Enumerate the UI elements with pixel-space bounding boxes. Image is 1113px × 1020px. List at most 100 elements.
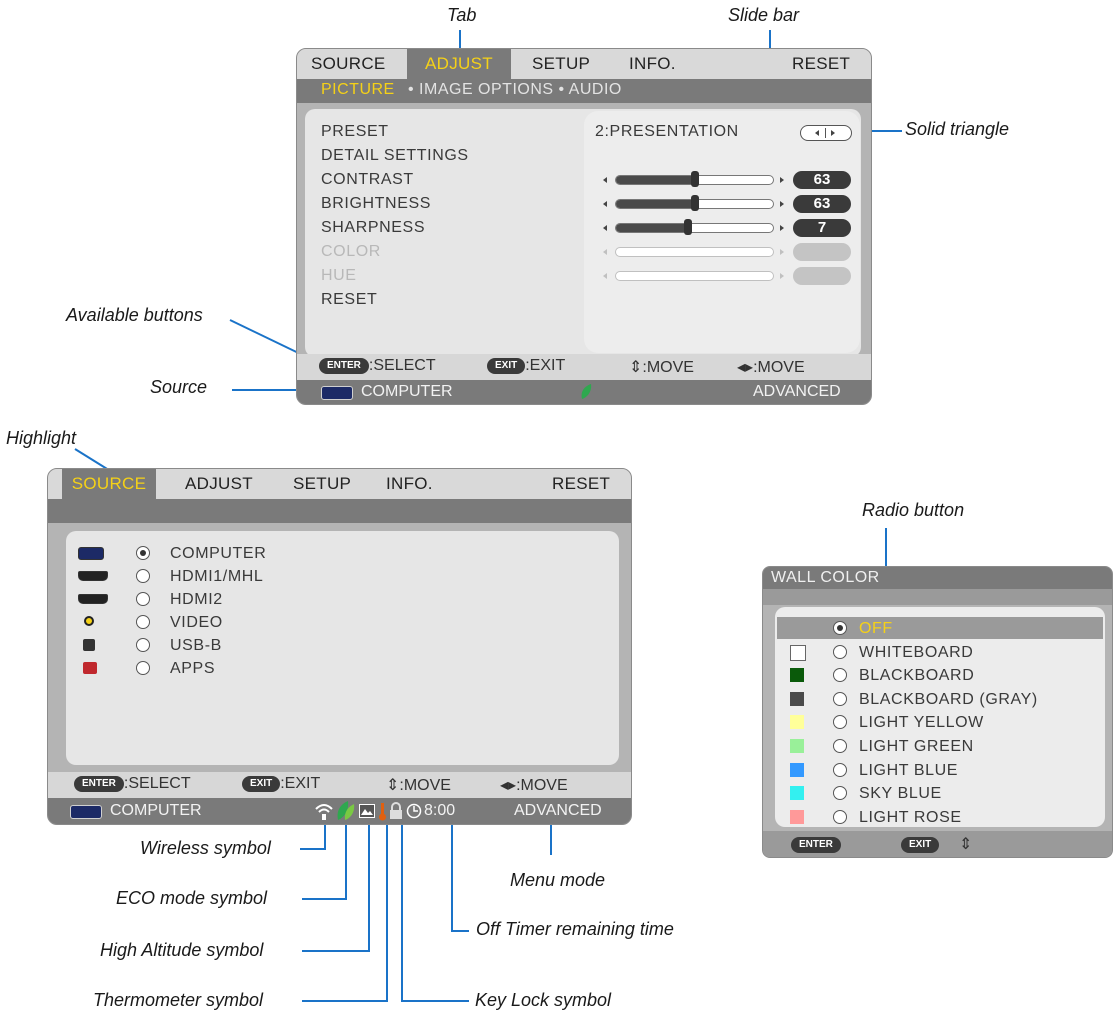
radio-button[interactable] [833,692,847,706]
menu-item-detail-settings[interactable]: DETAIL SETTINGS [321,147,469,165]
source-item-label[interactable]: VIDEO [170,614,223,632]
tab-reset[interactable]: RESET [552,469,610,499]
radio-button[interactable] [833,763,847,777]
radio-button[interactable] [833,668,847,682]
menu-item-brightness[interactable]: BRIGHTNESS [321,195,431,213]
computer-port-icon [70,805,102,819]
menu-item-contrast[interactable]: CONTRAST [321,171,414,189]
radio-button[interactable] [136,615,150,629]
wall-color-item-label[interactable]: LIGHT BLUE [859,762,958,780]
slider-left-arrow-icon[interactable] [603,225,607,231]
radio-button[interactable] [833,786,847,800]
callout-menu-mode: Menu mode [510,870,606,890]
color-swatch [790,786,804,800]
callout-solid-triangle: Solid triangle [905,119,1010,139]
menu-item-sharpness[interactable]: SHARPNESS [321,219,425,237]
radio-button[interactable] [833,739,847,753]
tab-setup[interactable]: SETUP [293,469,351,499]
tab-adjust[interactable]: ADJUST [185,469,253,499]
help-move-updown: ⇕:MOVE [386,777,451,794]
wall-color-menu-window: WALL COLOR OFF WHITEBOARD BLACKBOARD BLACKB… [762,566,1113,858]
exit-key-icon: EXIT [901,837,940,853]
slider-right-arrow-icon[interactable] [780,201,784,207]
slider-knob[interactable] [684,219,692,235]
subtab-picture[interactable]: PICTURE [321,81,395,99]
radio-button[interactable] [833,810,847,824]
radio-button[interactable] [136,592,150,606]
source-item-label[interactable]: HDMI1/MHL [170,568,263,586]
radio-button[interactable] [136,546,150,560]
eco-mode-icon [337,801,355,820]
wall-color-item-label[interactable]: OFF [859,620,893,638]
menu-item-hue: HUE [321,267,357,284]
slider-value: 63 [793,195,851,213]
subtab-rest[interactable]: • IMAGE OPTIONS • AUDIO [408,81,622,99]
source-menu-window: SOURCE ADJUST SETUP INFO. RESET COMPUTER… [47,468,632,825]
status-bar: COMPUTER ADVANCED [297,380,871,404]
slider-value: 63 [793,171,851,189]
slider-knob[interactable] [691,171,699,187]
radio-button[interactable] [136,569,150,583]
tab-reset[interactable]: RESET [792,49,850,79]
radio-button[interactable] [136,638,150,652]
wall-color-item-label[interactable]: LIGHT GREEN [859,738,974,756]
hdmi-port-icon [78,571,108,581]
slide-bar [615,271,774,281]
help-move-leftright: ◂▸:MOVE [500,777,568,794]
slider-right-arrow-icon[interactable] [780,225,784,231]
usb-port-icon [83,639,95,651]
callout-radio-button: Radio button [862,500,965,520]
source-item-label[interactable]: APPS [170,660,215,678]
video-port-icon [84,616,94,626]
wall-color-item-label[interactable]: LIGHT ROSE [859,809,962,827]
slider-knob[interactable] [691,195,699,211]
menu-item-reset[interactable]: RESET [321,291,377,309]
slider-left-arrow-icon[interactable] [603,201,607,207]
status-menu-mode: ADVANCED [514,802,602,819]
slide-bar[interactable] [615,223,774,233]
apps-icon [83,662,97,674]
help-bar: ENTER:SELECT EXIT:EXIT ⇕:MOVE ◂▸:MOVE [48,772,631,798]
exit-key-icon: EXIT [242,775,281,792]
wall-color-item-label[interactable]: SKY BLUE [859,785,942,803]
tab-adjust[interactable]: ADJUST [407,49,511,79]
radio-button[interactable] [833,621,847,635]
callout-off-timer: Off Timer remaining time [476,919,674,939]
leader-eco [345,820,347,900]
callout-available-buttons: Available buttons [66,305,203,325]
preset-value: 2:PRESENTATION [595,123,739,140]
source-item-label[interactable]: COMPUTER [170,545,266,563]
preset-selector[interactable] [800,125,852,141]
help-enter: ENTER:SELECT [74,775,191,793]
solid-triangle-right-icon[interactable] [831,130,835,136]
color-swatch [790,763,804,777]
wall-color-item-label[interactable]: BLACKBOARD (GRAY) [859,691,1038,709]
tab-info[interactable]: INFO. [629,49,676,79]
tab-bar: SOURCE ADJUST SETUP INFO. RESET [297,49,871,79]
leader-timer-h [451,930,469,932]
radio-button[interactable] [136,661,150,675]
color-swatch [790,645,806,661]
solid-triangle-left-icon[interactable] [815,130,819,136]
callout-wireless-symbol: Wireless symbol [140,838,271,858]
status-off-timer: 8:00 [424,802,456,819]
wall-color-item-label[interactable]: LIGHT YELLOW [859,714,984,732]
menu-item-preset[interactable]: PRESET [321,123,389,141]
callout-highlight: Highlight [6,428,77,448]
tab-source[interactable]: SOURCE [311,49,386,79]
wall-color-item-label[interactable]: WHITEBOARD [859,644,973,662]
leader-thermo-h [302,1000,388,1002]
menu-item-color: COLOR [321,243,381,260]
leader-altitude [368,820,370,952]
tab-setup[interactable]: SETUP [532,49,590,79]
source-item-label[interactable]: USB-B [170,637,222,655]
source-item-label[interactable]: HDMI2 [170,591,223,609]
slider-left-arrow-icon[interactable] [603,177,607,183]
radio-button[interactable] [833,715,847,729]
tab-source[interactable]: SOURCE [62,469,156,499]
slider-right-arrow-icon[interactable] [780,177,784,183]
wall-color-item-label[interactable]: BLACKBOARD [859,667,974,685]
radio-button[interactable] [833,645,847,659]
selected-row-highlight [777,617,1103,639]
tab-info[interactable]: INFO. [386,469,433,499]
